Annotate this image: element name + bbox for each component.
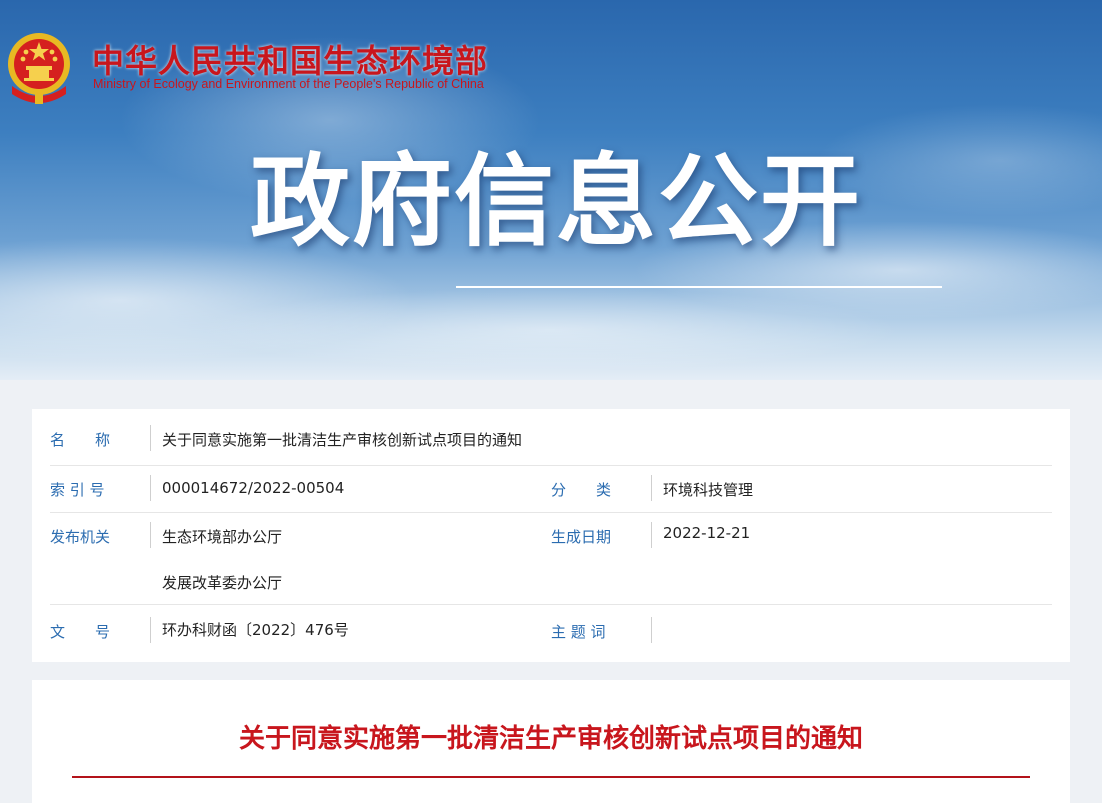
meta-row-index: 索 引 号 000014672/2022-00504 分 类 环境科技管理 (50, 475, 1052, 513)
name-value: 关于同意实施第一批清洁生产审核创新试点项目的通知 (162, 431, 523, 449)
date-label: 生成日期 (551, 528, 612, 546)
separator (150, 475, 151, 501)
name-label: 名 称 (50, 431, 111, 449)
document-title: 关于同意实施第一批清洁生产审核创新试点项目的通知 (238, 724, 863, 754)
separator (150, 522, 151, 548)
document-body-card: 关于同意实施第一批清洁生产审核创新试点项目的通知 (32, 680, 1070, 803)
header-banner: 中华人民共和国生态环境部 Ministry of Ecology and Env… (0, 0, 1102, 380)
title-divider (72, 776, 1030, 778)
index-value: 000014672/2022-00504 (162, 479, 345, 497)
separator (651, 522, 652, 548)
issuer-label: 发布机关 (50, 528, 111, 546)
ministry-name-cn[interactable]: 中华人民共和国生态环境部 (92, 36, 488, 82)
index-label: 索 引 号 (50, 481, 105, 499)
meta-row-docno: 文 号 环办科财函〔2022〕476号 主 题 词 (50, 617, 1052, 651)
separator (651, 475, 652, 501)
docno-label: 文 号 (50, 623, 111, 641)
meta-row-issuer: 发布机关 生态环境部办公厅 发展改革委办公厅 生成日期 2022-12-21 (50, 522, 1052, 605)
category-label: 分 类 (551, 481, 612, 499)
issuer-value-2: 发展改革委办公厅 (162, 574, 283, 592)
national-emblem-icon (8, 33, 70, 104)
separator (150, 617, 151, 643)
page-hero-title: 政府信息公开 (250, 143, 862, 260)
hero-divider (456, 286, 942, 288)
category-value: 环境科技管理 (663, 481, 754, 499)
ministry-name-en[interactable]: Ministry of Ecology and Environment of t… (93, 77, 484, 91)
meta-row-name: 名 称 关于同意实施第一批清洁生产审核创新试点项目的通知 (50, 425, 1052, 466)
keywords-label: 主 题 词 (551, 623, 606, 641)
separator (150, 425, 151, 451)
separator (651, 617, 652, 643)
docno-value: 环办科财函〔2022〕476号 (162, 621, 349, 639)
date-value: 2022-12-21 (663, 524, 751, 542)
issuer-value-1: 生态环境部办公厅 (162, 528, 283, 546)
document-metadata-card: 名 称 关于同意实施第一批清洁生产审核创新试点项目的通知 索 引 号 00001… (32, 409, 1070, 662)
